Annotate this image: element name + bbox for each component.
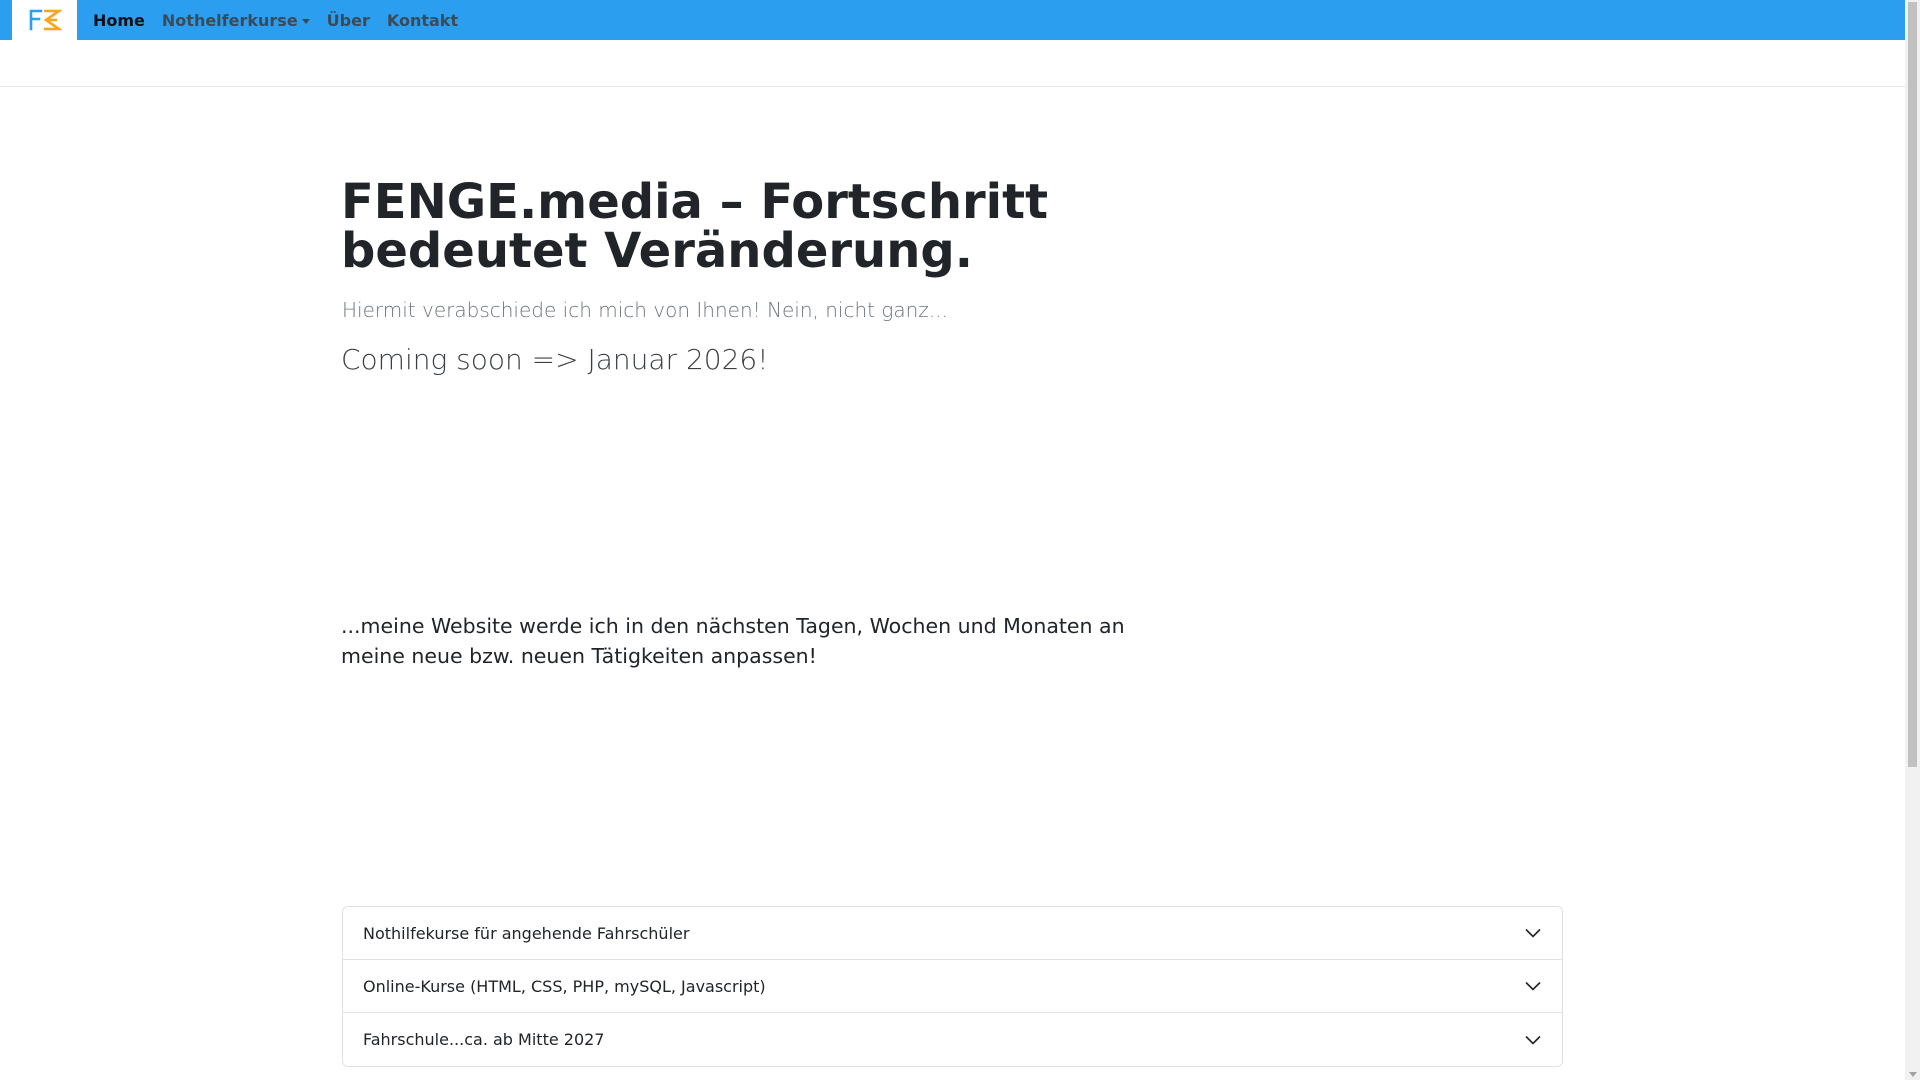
scrollbar-thumb[interactable] (1908, 2, 1917, 767)
nav-item-kontakt-label: Kontakt (386, 10, 459, 30)
fenge-logo-icon (29, 9, 62, 31)
services-accordion: Nothilfekurse für angehende Fahrschüler … (342, 906, 1563, 1067)
chevron-down-icon (1525, 928, 1541, 938)
nav-item-home[interactable]: Home (93, 11, 145, 30)
scroll-down-arrow-icon[interactable] (1909, 1072, 1917, 1077)
vertical-scrollbar[interactable] (1905, 0, 1920, 1080)
accordion-item-nothilfekurse[interactable]: Nothilfekurse für angehende Fahrschüler (343, 907, 1562, 960)
website-update-note: ...meine Website werde ich in den nächst… (341, 614, 1125, 668)
nav-item-ueber[interactable]: Über (327, 11, 370, 30)
accordion-item-online-kurse[interactable]: Online-Kurse (HTML, CSS, PHP, mySQL, Jav… (343, 960, 1562, 1013)
nav-item-ueber-label: Über (326, 10, 370, 30)
nav-links: Home Nothelferkurse Über Kontakt (93, 0, 475, 40)
top-navbar: Home Nothelferkurse Über Kontakt (0, 0, 1905, 40)
accordion-item-label: Nothilfekurse für angehende Fahrschüler (363, 923, 690, 943)
nav-item-kontakt[interactable]: Kontakt (387, 11, 458, 30)
nav-item-nothelferkurse-dropdown[interactable]: Nothelferkurse (162, 11, 310, 30)
coming-soon-text: Coming soon => Januar 2026! (341, 343, 769, 376)
accordion-item-label: Online-Kurse (HTML, CSS, PHP, mySQL, Jav… (363, 976, 766, 996)
nav-item-home-label: Home (93, 10, 145, 30)
accordion-item-fahrschule[interactable]: Fahrschule...ca. ab Mitte 2027 (343, 1013, 1562, 1066)
header-divider (0, 86, 1905, 87)
hero-subtitle: Hiermit verabschiede ich mich von Ihnen!… (342, 298, 948, 322)
page-title: FENGE.media – Fortschritt bedeutet Verän… (341, 174, 1049, 279)
chevron-down-icon (1525, 981, 1541, 991)
caret-down-icon (301, 18, 310, 24)
nav-item-nothelferkurse-label: Nothelferkurse (161, 10, 298, 30)
accordion-item-label: Fahrschule...ca. ab Mitte 2027 (363, 1030, 605, 1049)
brand-logo-link[interactable] (12, 0, 77, 40)
chevron-down-icon (1525, 1035, 1541, 1045)
